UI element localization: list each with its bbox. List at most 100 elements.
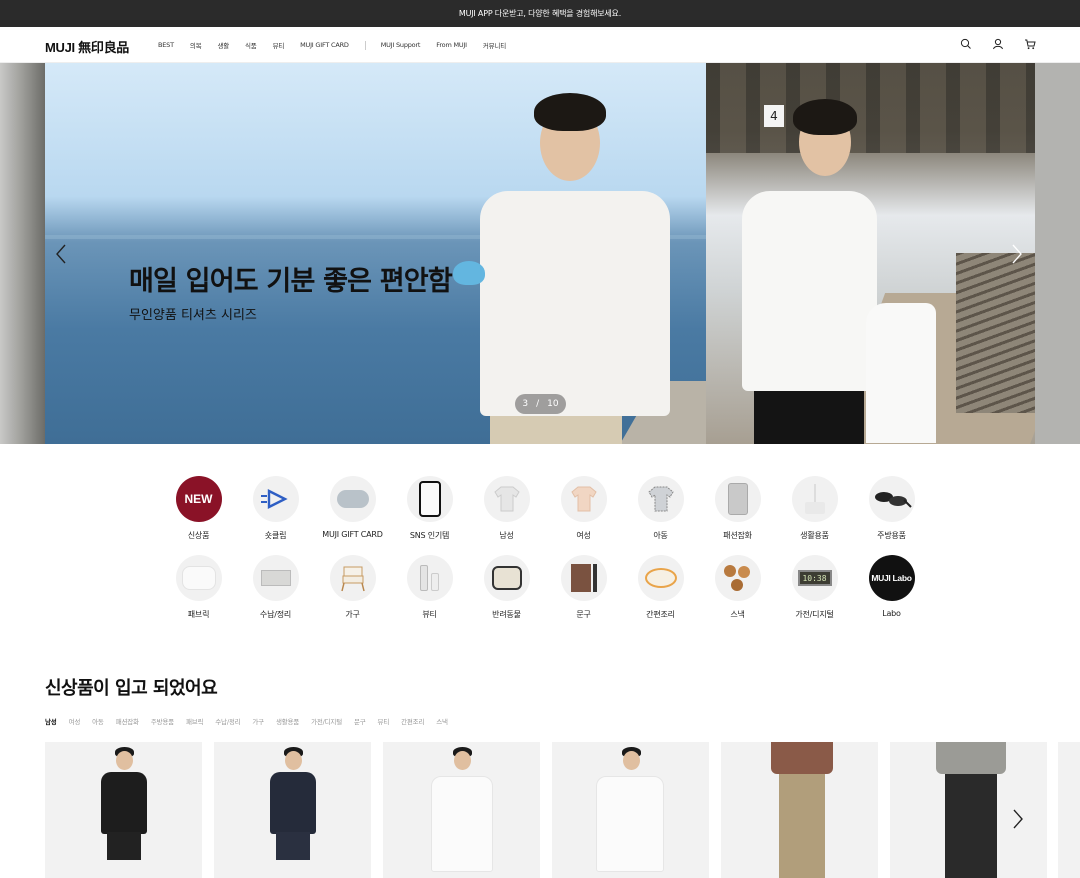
category-electronics[interactable]: 10:38 가전/디지털 [776, 555, 853, 620]
product-card[interactable] [721, 742, 878, 878]
phone-icon [406, 476, 453, 522]
tab-beauty[interactable]: 뷰티 [378, 716, 390, 726]
category-furniture[interactable]: 가구 [314, 555, 391, 620]
cookie-icon [714, 555, 761, 601]
category-label: 패브릭 [187, 610, 210, 619]
tab-electronics[interactable]: 가전/디지털 [311, 716, 342, 726]
category-label: 뷰티 [422, 610, 437, 619]
tab-kitchen[interactable]: 주방용품 [151, 716, 174, 726]
pager-total: 10 [547, 399, 559, 409]
tab-storage[interactable]: 수납/정리 [215, 716, 240, 726]
tshirt-icon [637, 476, 684, 522]
figure-tshirt [480, 191, 670, 416]
hero-carousel[interactable]: 4 매일 입어도 기분 좋은 편안함 무인양품 티셔츠 시리즈 3 / 10 [0, 63, 1080, 444]
category-fabric[interactable]: 패브릭 [160, 555, 237, 620]
products-next-chevron-icon[interactable] [1012, 808, 1024, 830]
product-card[interactable] [214, 742, 371, 878]
diffuser-icon [791, 476, 838, 522]
labo-badge: MUJI Labo [868, 555, 915, 601]
figure-tshirt-woman [742, 191, 877, 391]
category-women[interactable]: 여성 [545, 476, 622, 541]
category-label: 수납/정리 [259, 610, 292, 619]
category-row-1: NEW 신상품 숏클립 MUJI GIFT CARD SNS 인기템 남성 여성… [160, 476, 930, 541]
product-card[interactable] [45, 742, 202, 878]
nav-divider [364, 40, 366, 50]
hero-slide-next[interactable]: 4 [706, 63, 1035, 444]
category-gift-card[interactable]: MUJI GIFT CARD [314, 476, 391, 541]
user-icon[interactable] [992, 38, 1004, 50]
muji-logo[interactable]: MUJI 無印良品 [45, 37, 129, 56]
product-card[interactable] [383, 742, 540, 878]
header-icons [960, 38, 1036, 50]
box-icon [252, 555, 299, 601]
section-tabs: 남성 여성 아동 패션잡화 주방용품 패브릭 수납/정리 가구 생활용품 가전/… [45, 716, 460, 726]
tab-fabric[interactable]: 패브릭 [186, 716, 204, 726]
category-stationery[interactable]: 문구 [545, 555, 622, 620]
category-label: 문구 [576, 610, 591, 619]
category-beauty[interactable]: 뷰티 [391, 555, 468, 620]
category-new[interactable]: NEW 신상품 [160, 476, 237, 541]
nav-item-clothing[interactable]: 의복 [190, 40, 202, 50]
category-label: 여성 [576, 531, 591, 540]
tab-men[interactable]: 남성 [45, 716, 57, 726]
slide-pager: 3 / 10 [515, 394, 566, 414]
nav-item-best[interactable]: BEST [158, 41, 174, 49]
gift-card-icon [329, 476, 376, 522]
food-icon [637, 555, 684, 601]
tshirt-icon [483, 476, 530, 522]
category-fashion-goods[interactable]: 패션잡화 [699, 476, 776, 541]
category-living[interactable]: 생활용품 [776, 476, 853, 541]
category-men[interactable]: 남성 [468, 476, 545, 541]
pan-icon [868, 476, 915, 522]
chevron-right-icon[interactable] [1010, 243, 1024, 265]
pager-current: 3 [522, 399, 529, 409]
tab-snack[interactable]: 스낵 [436, 716, 448, 726]
search-icon[interactable] [960, 38, 972, 50]
category-label: 남성 [499, 531, 514, 540]
next-slide-peek[interactable] [1035, 63, 1080, 444]
tab-stationery[interactable]: 문구 [354, 716, 366, 726]
product-card-peek[interactable] [1058, 742, 1080, 878]
category-sns[interactable]: SNS 인기템 [391, 476, 468, 541]
station-rails [956, 253, 1035, 413]
tab-women[interactable]: 여성 [69, 716, 81, 726]
suitcase-icon [714, 476, 761, 522]
tab-easy-cooking[interactable]: 간편조리 [401, 716, 424, 726]
product-card[interactable] [552, 742, 709, 878]
nav-item-food[interactable]: 식품 [245, 40, 257, 50]
category-labo[interactable]: MUJI Labo Labo [853, 555, 930, 620]
pillow-icon [175, 555, 222, 601]
tab-furniture[interactable]: 가구 [252, 716, 264, 726]
nav-item-community[interactable]: 커뮤니티 [483, 40, 506, 50]
nav-item-gift-card[interactable]: MUJI GIFT CARD [300, 41, 349, 49]
figure-hair-woman [793, 99, 857, 135]
category-pets[interactable]: 반려동물 [468, 555, 545, 620]
pager-separator: / [536, 399, 540, 409]
category-short-clip[interactable]: 숏클립 [237, 476, 314, 541]
tab-living[interactable]: 생활용품 [276, 716, 299, 726]
announcement-bar[interactable]: MUJI APP 다운받고, 다양한 혜택을 경험해보세요. [0, 0, 1080, 27]
nav-item-beauty[interactable]: 뷰티 [273, 40, 285, 50]
category-easy-cooking[interactable]: 간편조리 [622, 555, 699, 620]
site-header: MUJI 無印良品 BEST 의복 생활 식품 뷰티 MUJI GIFT CAR… [0, 27, 1080, 63]
category-snack[interactable]: 스낵 [699, 555, 776, 620]
nav-item-living[interactable]: 생활 [217, 40, 229, 50]
previous-slide-peek[interactable] [0, 63, 45, 444]
pet-bag-icon [483, 555, 530, 601]
category-kids[interactable]: 아동 [622, 476, 699, 541]
tab-fashion-goods[interactable]: 패션잡화 [116, 716, 139, 726]
category-storage[interactable]: 수납/정리 [237, 555, 314, 620]
hero-slide-main[interactable] [45, 63, 706, 444]
station-roof [706, 63, 1035, 153]
tab-kids[interactable]: 아동 [92, 716, 104, 726]
category-kitchen[interactable]: 주방용품 [853, 476, 930, 541]
nav-item-support[interactable]: MUJI Support [381, 41, 421, 49]
product-carousel [45, 742, 1080, 878]
announcement-text: MUJI APP 다운받고, 다양한 혜택을 경험해보세요. [458, 9, 622, 18]
category-label: 주방용품 [877, 531, 906, 540]
nav-item-from-muji[interactable]: From MUJI [436, 41, 467, 49]
figure-hair [534, 93, 606, 131]
cart-icon[interactable] [1024, 38, 1036, 50]
chevron-left-icon[interactable] [54, 243, 68, 265]
category-label: Labo [882, 609, 901, 618]
